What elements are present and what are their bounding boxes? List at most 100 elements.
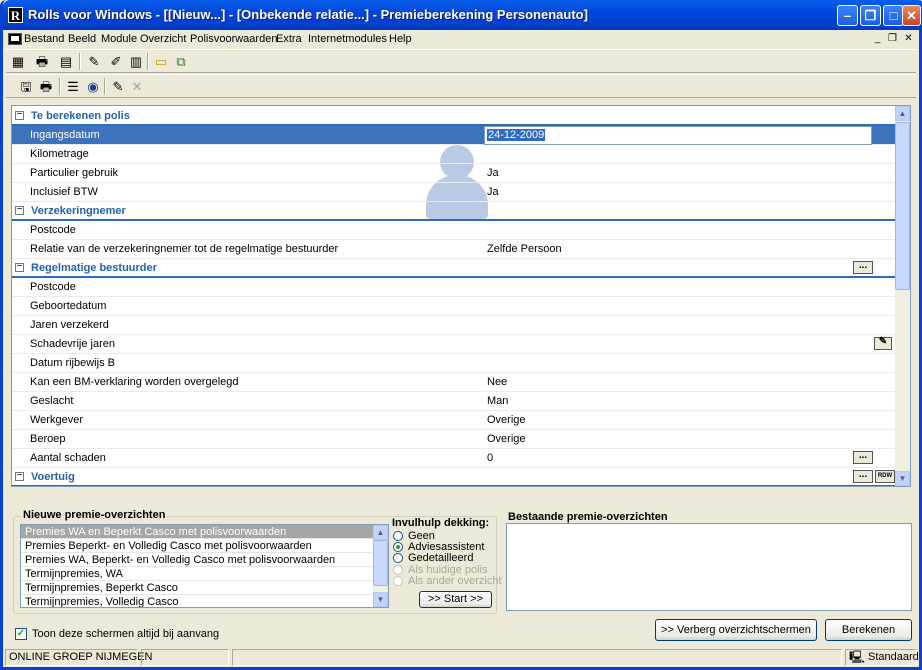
list-item[interactable]: Termijnpremies, Beperkt Casco bbox=[21, 581, 373, 595]
row-value[interactable]: Overige bbox=[487, 414, 526, 426]
row-label: Jaren verzekerd bbox=[30, 319, 109, 331]
grid-scrollbar[interactable]: ▲ ▼ bbox=[895, 106, 910, 486]
document-list-icon[interactable]: ▤ bbox=[57, 53, 75, 70]
scroll-up-icon[interactable]: ▲ bbox=[373, 525, 388, 540]
scroll-up-icon[interactable]: ▲ bbox=[895, 106, 910, 121]
section-regelmatige-bestuurder[interactable]: − Regelmatige bestuurder ... bbox=[12, 259, 896, 278]
rdw-button[interactable]: RDW bbox=[875, 470, 895, 483]
mdi-restore-button[interactable]: ❐ bbox=[885, 32, 900, 46]
bestuurder-ellipsis-button[interactable]: ... bbox=[853, 261, 873, 274]
calculate-button[interactable]: Berekenen bbox=[825, 619, 912, 641]
list-item[interactable]: Premies WA, Beperkt- en Volledig Casco m… bbox=[21, 553, 373, 567]
row-particulier-gebruik[interactable]: Particulier gebruik Ja bbox=[12, 164, 896, 183]
collapse-toggle[interactable]: − bbox=[15, 471, 24, 481]
edit-tag-icon[interactable]: ✎ bbox=[109, 78, 127, 95]
delete-icon[interactable]: ✕ bbox=[128, 78, 146, 95]
radio-icon[interactable] bbox=[393, 565, 403, 575]
restore-button[interactable]: ❐ bbox=[860, 5, 881, 26]
radio-icon[interactable] bbox=[393, 531, 403, 541]
list-item[interactable]: Termijnpremies, WA bbox=[21, 567, 373, 581]
menu-help[interactable]: Help bbox=[389, 33, 412, 45]
section-te-berekenen-polis[interactable]: − Te berekenen polis bbox=[12, 107, 896, 126]
schaden-ellipsis-button[interactable]: ... bbox=[853, 451, 873, 464]
minimize-button[interactable]: – bbox=[837, 5, 858, 26]
list-item[interactable]: Termijnpremies, Volledig Casco bbox=[21, 595, 373, 607]
row-datum-rijbewijs[interactable]: Datum rijbewijs B bbox=[12, 354, 896, 373]
title-bar[interactable]: R Rolls voor Windows - [[Nieuw...] - [On… bbox=[3, 0, 922, 30]
row-inclusief-btw[interactable]: Inclusief BTW Ja bbox=[12, 183, 896, 202]
save-icon[interactable]: 🖫 bbox=[17, 78, 35, 95]
row-value[interactable]: Ja bbox=[487, 186, 499, 198]
voertuig-ellipsis-button[interactable]: ... bbox=[853, 470, 873, 483]
collapse-toggle[interactable]: − bbox=[15, 205, 24, 215]
radio-icon[interactable] bbox=[393, 553, 403, 563]
menu-polisvoorwaarden[interactable]: Polisvoorwaarden bbox=[190, 33, 277, 45]
menu-extra[interactable]: Extra bbox=[276, 33, 302, 45]
print-preview-icon[interactable]: 🖶 bbox=[37, 78, 55, 95]
section-voertuig[interactable]: − Voertuig ... RDW bbox=[12, 468, 896, 486]
list-icon[interactable]: ☰ bbox=[64, 78, 82, 95]
new-overviews-list[interactable]: Premies WA en Beperkt Casco met polisvoo… bbox=[20, 524, 389, 608]
collapse-toggle[interactable]: − bbox=[15, 110, 24, 120]
row-jaren-verzekerd[interactable]: Jaren verzekerd bbox=[12, 316, 896, 335]
menu-internetmodules[interactable]: Internetmodules bbox=[308, 33, 387, 45]
row-value[interactable]: Man bbox=[487, 395, 508, 407]
row-schadevrije-jaren[interactable]: Schadevrije jaren ✎ bbox=[12, 335, 896, 354]
show-always-label: Toon deze schermen altijd bij aanvang bbox=[32, 628, 220, 640]
row-relatie[interactable]: Relatie van de verzekeringnemer tot de r… bbox=[12, 240, 896, 259]
scroll-down-icon[interactable]: ▼ bbox=[373, 592, 388, 607]
radio-als-ander-overzicht[interactable]: Als ander overzicht bbox=[393, 575, 503, 587]
list-scrollbar[interactable]: ▲ ▼ bbox=[373, 525, 388, 607]
row-bm-verklaring[interactable]: Kan een BM-verklaring worden overgelegd … bbox=[12, 373, 896, 392]
scroll-down-icon[interactable]: ▼ bbox=[895, 471, 910, 486]
calculator-icon[interactable]: ▦ bbox=[9, 53, 27, 70]
mdi-minimize-button[interactable]: _ bbox=[870, 32, 885, 46]
hide-overviews-button[interactable]: >> Verberg overzichtschermen bbox=[655, 619, 817, 641]
calculator-button[interactable]: ✎ bbox=[874, 337, 892, 350]
menu-overzicht[interactable]: Overzicht bbox=[140, 33, 186, 45]
network-icon[interactable]: ⧉ bbox=[172, 53, 190, 70]
app-icon[interactable]: R bbox=[8, 7, 23, 23]
row-postcode[interactable]: Postcode bbox=[12, 278, 896, 297]
row-value[interactable]: Overige bbox=[487, 433, 526, 445]
existing-overviews-list[interactable] bbox=[506, 523, 912, 611]
ingangsdatum-input[interactable]: 24-12-2009 bbox=[484, 126, 872, 145]
scroll-thumb[interactable] bbox=[373, 540, 388, 586]
show-always-checkbox[interactable]: ✓ bbox=[15, 628, 27, 640]
scroll-thumb[interactable] bbox=[895, 122, 910, 290]
tags-icon[interactable]: ✐ bbox=[107, 53, 125, 70]
menu-bestand[interactable]: Bestand bbox=[24, 33, 64, 45]
menu-module[interactable]: Module bbox=[101, 33, 137, 45]
list-item[interactable]: Premies Beperkt- en Volledig Casco met p… bbox=[21, 539, 373, 553]
mdi-close-button[interactable]: ✕ bbox=[901, 32, 916, 46]
document-icon[interactable] bbox=[8, 33, 22, 45]
collapse-toggle[interactable]: − bbox=[15, 262, 24, 272]
row-ingangsdatum[interactable]: Ingangsdatum 24-12-2009 bbox=[12, 126, 896, 145]
row-value[interactable]: 0 bbox=[487, 452, 493, 464]
row-geslacht[interactable]: Geslacht Man bbox=[12, 392, 896, 411]
start-button[interactable]: >> Start >> bbox=[419, 591, 492, 608]
clipboard-icon[interactable]: ▥ bbox=[127, 53, 145, 70]
ingangsdatum-value[interactable]: 24-12-2009 bbox=[487, 129, 546, 141]
tag-icon[interactable]: ✎ bbox=[85, 53, 103, 70]
row-value[interactable]: Ja bbox=[487, 167, 499, 179]
list-item[interactable]: Premies WA en Beperkt Casco met polisvoo… bbox=[21, 525, 373, 539]
row-kilometrage[interactable]: Kilometrage bbox=[12, 145, 896, 164]
radio-icon[interactable] bbox=[393, 542, 403, 552]
row-postcode[interactable]: Postcode bbox=[12, 221, 896, 240]
comment-icon[interactable]: ▭ bbox=[152, 53, 170, 70]
row-geboortedatum[interactable]: Geboortedatum bbox=[12, 297, 896, 316]
globe-icon[interactable]: ◉ bbox=[84, 78, 102, 95]
maximize-button[interactable]: □ bbox=[883, 5, 904, 26]
row-aantal-schaden[interactable]: Aantal schaden 0 ... bbox=[12, 449, 896, 468]
close-button[interactable]: ✕ bbox=[902, 5, 921, 26]
row-value[interactable]: Zelfde Persoon bbox=[487, 243, 562, 255]
row-werkgever[interactable]: Werkgever Overige bbox=[12, 411, 896, 430]
radio-gedetailleerd[interactable]: Gedetailleerd bbox=[393, 552, 503, 564]
radio-icon[interactable] bbox=[393, 576, 403, 586]
row-beroep[interactable]: Beroep Overige bbox=[12, 430, 896, 449]
section-verzekeringnemer[interactable]: − Verzekeringnemer bbox=[12, 202, 896, 221]
row-value[interactable]: Nee bbox=[487, 376, 507, 388]
print-icon[interactable]: 🖶 bbox=[33, 53, 51, 70]
menu-beeld[interactable]: Beeld bbox=[68, 33, 96, 45]
